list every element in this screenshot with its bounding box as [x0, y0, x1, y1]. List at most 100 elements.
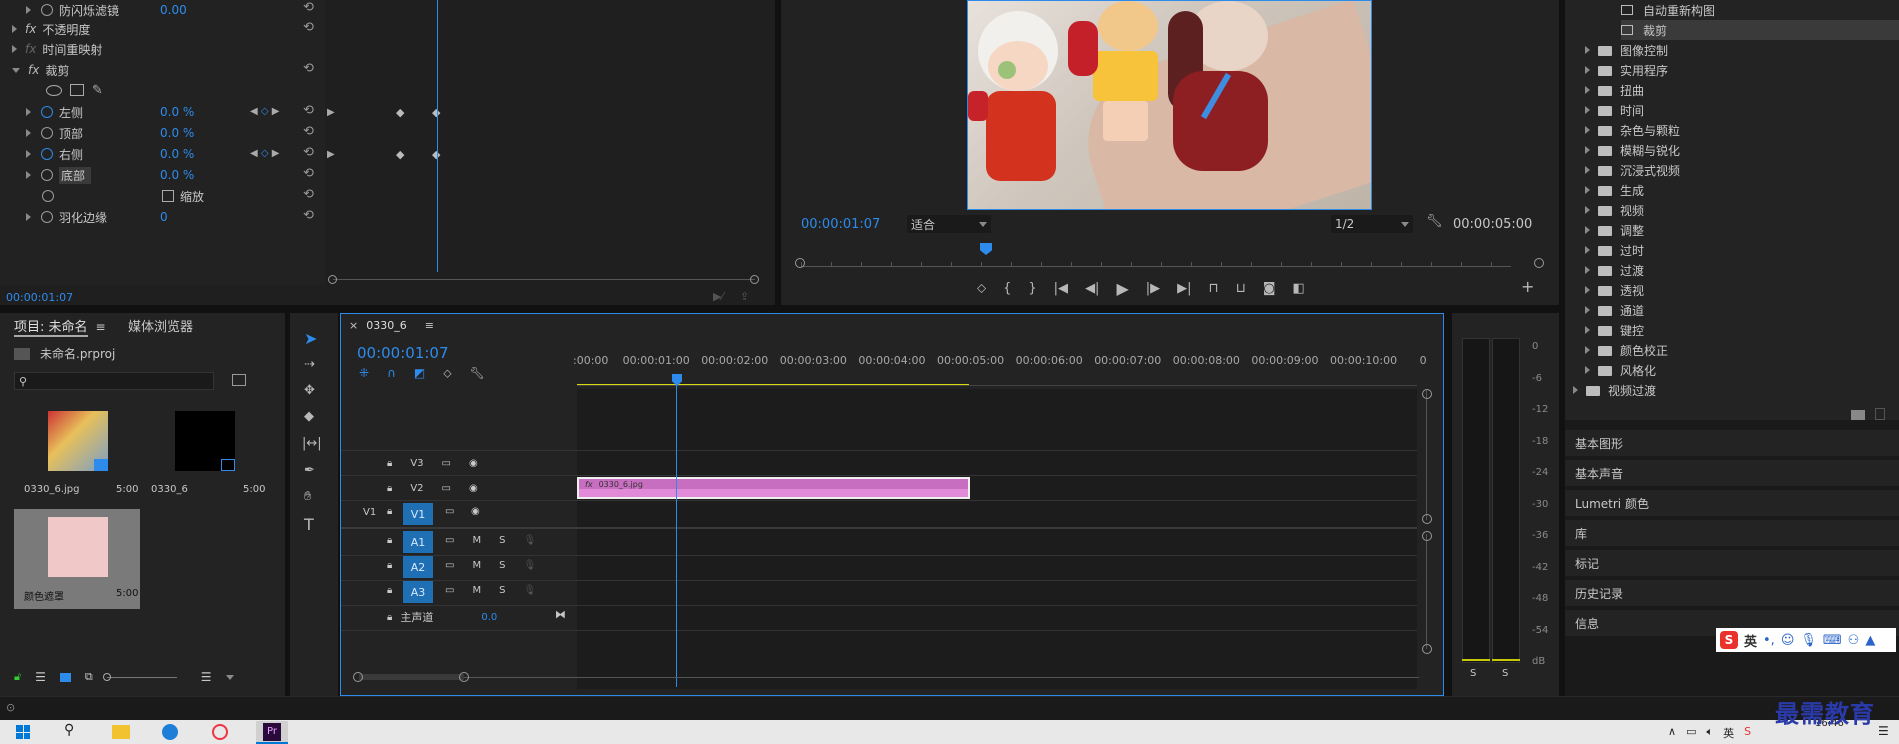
- add-marker-icon[interactable]: ⬦: [977, 281, 986, 296]
- camera-icon[interactable]: ◙: [1263, 281, 1276, 296]
- effects-tree-item[interactable]: 生成: [1585, 180, 1644, 200]
- search-icon[interactable]: ⚲: [64, 722, 74, 738]
- timeline-timecode[interactable]: 00:00:01:07: [357, 344, 449, 362]
- expand-triangle-icon[interactable]: [1585, 326, 1590, 334]
- effects-tree-item[interactable]: 模糊与锐化: [1585, 140, 1680, 160]
- hscroll-handle[interactable]: [459, 672, 469, 682]
- effects-section-header[interactable]: 基本图形: [1565, 430, 1899, 458]
- effect-row-value[interactable]: 0: [160, 210, 168, 224]
- timeline-clip[interactable]: fx 0330_6.jpg: [577, 477, 970, 499]
- expand-triangle-icon[interactable]: [1585, 86, 1590, 94]
- add-button-icon[interactable]: +: [1521, 277, 1534, 296]
- expand-triangle-icon[interactable]: [1573, 386, 1578, 394]
- step-back-icon[interactable]: ◀|: [1085, 281, 1099, 296]
- ime-tray-icon[interactable]: 英: [1723, 725, 1734, 741]
- hscroll-handle[interactable]: [353, 672, 363, 682]
- search-bin-icon[interactable]: [232, 374, 246, 386]
- effect-row-value[interactable]: 0.00: [160, 3, 187, 17]
- linked-selection-icon[interactable]: ◩: [414, 366, 425, 381]
- vscroll-handle[interactable]: [1422, 389, 1432, 399]
- solo-button[interactable]: S: [499, 560, 505, 571]
- razor-tool-icon[interactable]: ◆: [304, 409, 314, 424]
- expand-triangle-icon[interactable]: [1585, 106, 1590, 114]
- solo-button[interactable]: S: [499, 585, 505, 596]
- expand-triangle-icon[interactable]: [26, 213, 31, 221]
- keyframe-marker[interactable]: ▶: [327, 107, 335, 118]
- reset-icon[interactable]: ⟲: [303, 0, 314, 15]
- effects-tree-item[interactable]: 沉浸式视频: [1585, 160, 1680, 180]
- solo-button[interactable]: S: [499, 535, 505, 546]
- expand-triangle-icon[interactable]: [26, 6, 31, 14]
- go-to-out-icon[interactable]: ▶|: [1177, 281, 1191, 296]
- effects-tree-item[interactable]: 扭曲: [1585, 80, 1644, 100]
- freeform-view-icon[interactable]: ⧉: [85, 670, 93, 684]
- ellipse-mask-icon[interactable]: [46, 84, 62, 96]
- play-icon[interactable]: ▶: [1116, 279, 1128, 298]
- effect-row-feather[interactable]: 羽化边缘 0: [26, 207, 168, 227]
- lock-icon[interactable]: 🔓︎: [14, 670, 21, 684]
- sequence-tab[interactable]: × 0330_6 ≡: [349, 319, 434, 332]
- wrench-icon[interactable]: 🔧︎: [1426, 214, 1443, 229]
- clip-thumb-color-matte[interactable]: 颜色遮罩 5:00: [14, 509, 140, 609]
- effects-tree-item[interactable]: 杂色与颗粒: [1585, 120, 1680, 140]
- effects-tree-item[interactable]: 图像控制: [1585, 40, 1668, 60]
- effects-tree-item[interactable]: 调整: [1585, 220, 1644, 240]
- program-timecode[interactable]: 00:00:01:07: [801, 217, 880, 232]
- effect-row-anti-flicker[interactable]: 防闪烁滤镜 0.00: [26, 0, 187, 20]
- expand-triangle-icon[interactable]: [1585, 306, 1590, 314]
- effect-row-left[interactable]: 左侧 0.0 %: [26, 102, 194, 122]
- expand-triangle-icon[interactable]: [1585, 226, 1590, 234]
- effect-row-value[interactable]: 0.0 %: [160, 126, 194, 140]
- trash-icon[interactable]: [1875, 408, 1885, 420]
- panel-divider[interactable]: [0, 305, 1559, 313]
- mute-button[interactable]: M: [472, 535, 481, 546]
- vscroll-audio[interactable]: [1426, 534, 1427, 649]
- effect-row-time-remap[interactable]: fx 时间重映射: [12, 39, 102, 59]
- hscroll-track[interactable]: [359, 677, 1419, 678]
- track-label[interactable]: V2: [410, 483, 423, 494]
- eye-icon[interactable]: ◉: [471, 506, 480, 517]
- keyframe-scrollbar[interactable]: [333, 279, 755, 285]
- zoom-slider[interactable]: [102, 672, 177, 681]
- skin-icon[interactable]: ▲: [1865, 633, 1875, 648]
- collapse-triangle-icon[interactable]: [12, 67, 20, 73]
- extract-icon[interactable]: ⊔: [1236, 281, 1246, 296]
- effects-section-header[interactable]: 历史记录: [1565, 580, 1899, 608]
- stopwatch-icon[interactable]: [42, 190, 54, 202]
- lock-icon[interactable]: 🔒︎: [387, 585, 392, 596]
- effects-tree-item[interactable]: 时间: [1585, 100, 1644, 120]
- slip-tool-icon[interactable]: |↔|: [302, 436, 322, 451]
- windows-start-icon[interactable]: [16, 725, 30, 739]
- effects-tree-item[interactable]: 视频过渡: [1573, 380, 1656, 400]
- hscroll-bar[interactable]: [359, 674, 464, 680]
- lock-icon[interactable]: 🔒︎: [387, 483, 392, 494]
- stopwatch-icon[interactable]: [41, 148, 53, 160]
- step-forward-icon[interactable]: |▶: [1146, 281, 1160, 296]
- stopwatch-icon[interactable]: [41, 106, 53, 118]
- scroll-handle-left[interactable]: [328, 275, 337, 284]
- zoom-checkbox[interactable]: [162, 190, 174, 202]
- panel-divider[interactable]: [1444, 313, 1452, 696]
- render-icon[interactable]: ▶⁄: [713, 290, 723, 303]
- scroll-handle-right[interactable]: [750, 275, 759, 284]
- expand-triangle-icon[interactable]: [1585, 346, 1590, 354]
- track-a2-button[interactable]: A2: [403, 556, 433, 578]
- scrub-end-handle[interactable]: [1534, 258, 1544, 268]
- timeline-ruler[interactable]: :00:00 00:00:01:00 00:00:02:00 00:00:03:00 0…: [573, 354, 1427, 370]
- sync-lock-icon[interactable]: ▭: [445, 585, 454, 596]
- track-a1-button[interactable]: A1: [403, 531, 433, 553]
- effects-tree-item[interactable]: 过时: [1585, 240, 1644, 260]
- effect-row-value[interactable]: 0.0 %: [160, 147, 194, 161]
- effects-tree-item[interactable]: 风格化: [1585, 360, 1656, 380]
- ripple-edit-tool-icon[interactable]: ✥: [304, 383, 315, 398]
- program-video-frame[interactable]: [967, 0, 1372, 210]
- expand-triangle-icon[interactable]: [1585, 286, 1590, 294]
- effects-tree-item[interactable]: 过渡: [1585, 260, 1644, 280]
- pen-tool-icon[interactable]: ✒: [304, 463, 315, 478]
- stopwatch-icon[interactable]: [41, 127, 53, 139]
- keyframe-marker[interactable]: ▶: [327, 149, 335, 160]
- expand-triangle-icon[interactable]: [1585, 266, 1590, 274]
- mic-icon[interactable]: 🎙︎: [523, 560, 536, 571]
- reset-icon[interactable]: ⟲: [303, 20, 314, 35]
- effect-row-value[interactable]: 0.0 %: [160, 105, 194, 119]
